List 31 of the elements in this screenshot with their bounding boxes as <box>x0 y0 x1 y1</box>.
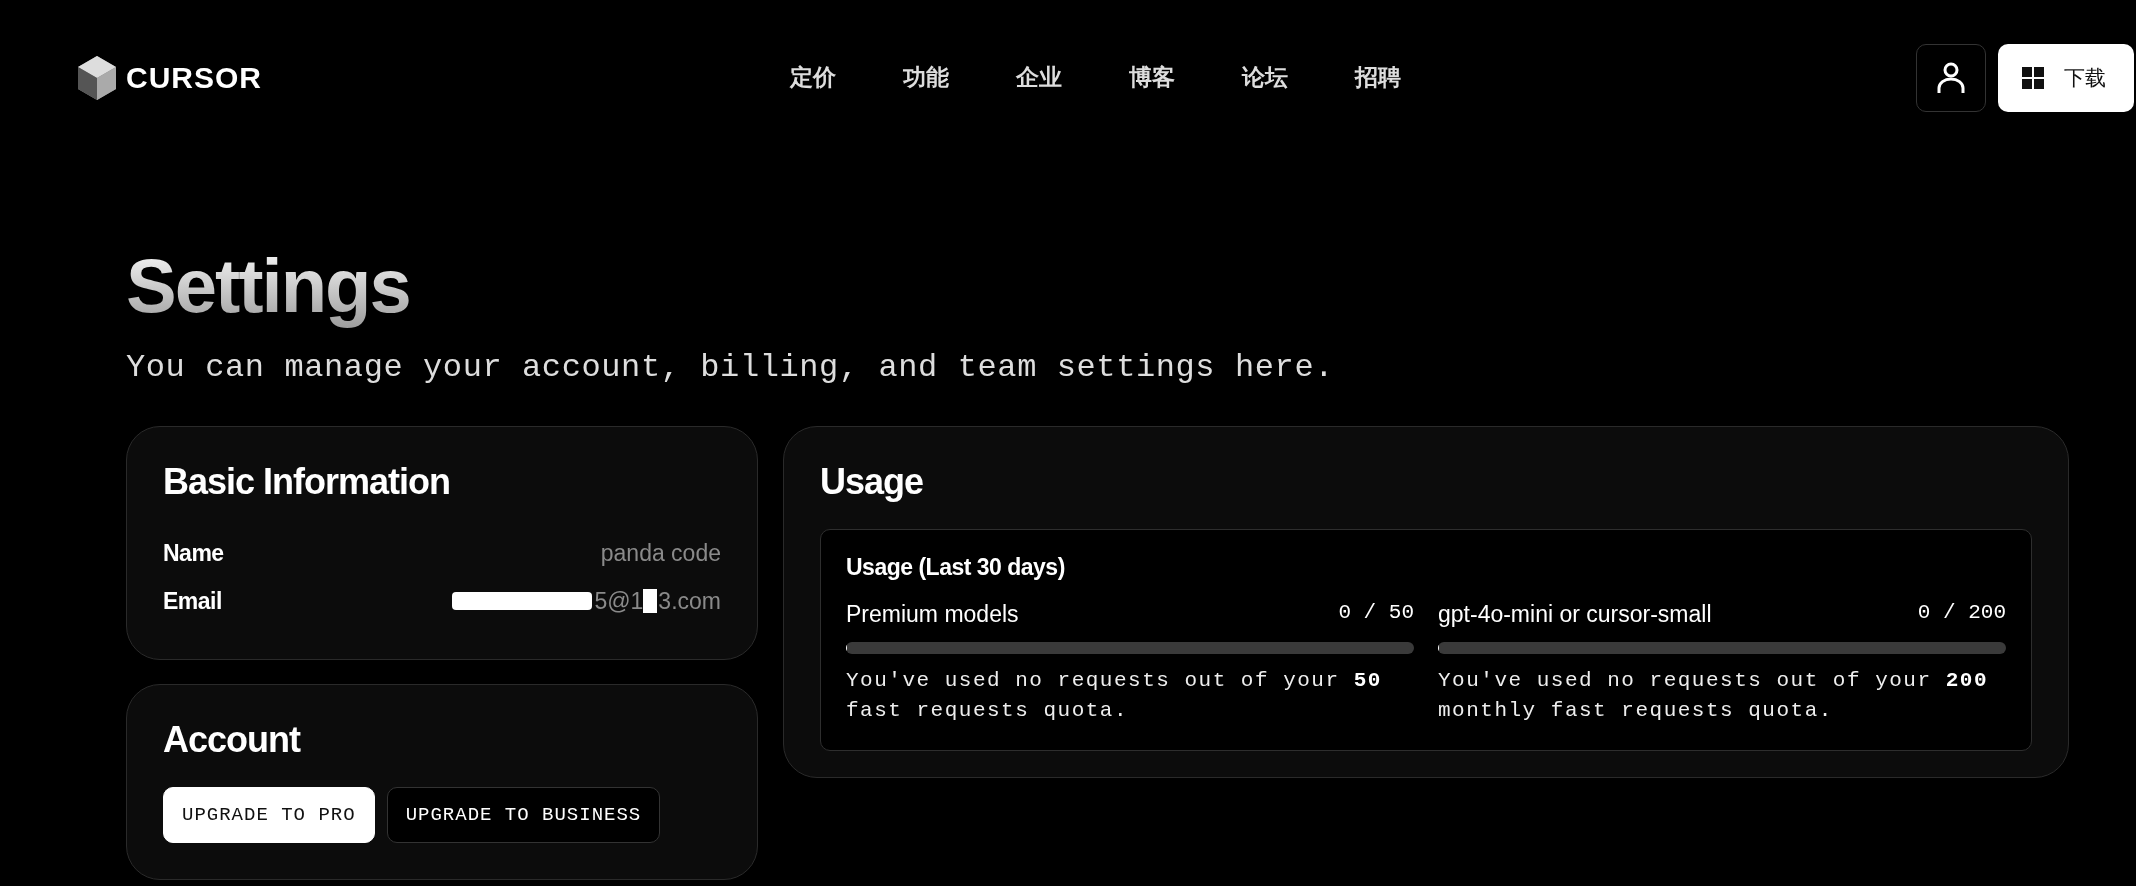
nav-link[interactable]: 企业 <box>1016 62 1062 93</box>
upgrade-button[interactable]: UPGRADE TO PRO <box>163 787 375 843</box>
card-title: Usage <box>820 461 924 503</box>
usage-note: You've used no requests out of your 200 monthly fast requests quota. <box>1438 668 1989 724</box>
page-subtitle: You can manage your account, billing, and team settings here. <box>126 349 1334 386</box>
nav-link[interactable]: 论坛 <box>1242 62 1288 93</box>
logo-icon <box>78 55 116 100</box>
nav-link[interactable]: 招聘 <box>1355 62 1401 93</box>
account-button[interactable] <box>1916 44 1986 112</box>
panel-title: Usage (Last 30 days) <box>846 554 1065 581</box>
nav-link[interactable]: 功能 <box>903 62 949 93</box>
card-title: Basic Information <box>163 461 451 503</box>
upgrade-button[interactable]: UPGRADE TO BUSINESS <box>386 787 661 843</box>
meter-reading: 0 / 200 <box>1917 601 2006 626</box>
field-label: Name <box>163 539 224 567</box>
meter-label: Premium models <box>846 601 1019 628</box>
card-title: Account <box>163 719 300 761</box>
usage-note: You've used no requests out of your 50 fast requests quota. <box>846 668 1383 724</box>
field-value: panda code <box>600 539 721 567</box>
user-icon <box>1936 61 1966 95</box>
logo-text: CURSOR <box>126 60 262 95</box>
meter-reading: 0 / 50 <box>1338 601 1414 626</box>
download-button[interactable]: 下载 <box>1998 44 2134 112</box>
nav-link[interactable]: 博客 <box>1129 62 1175 93</box>
field-value: 3.com <box>658 587 721 615</box>
field-value: 5@1 <box>594 587 644 615</box>
field-label: Email <box>163 587 222 615</box>
meter-label: gpt-4o-mini or cursor-small <box>1438 601 1712 628</box>
nav-link[interactable]: 定价 <box>790 62 836 93</box>
windows-icon <box>2022 67 2044 89</box>
redaction-mark <box>643 589 658 613</box>
